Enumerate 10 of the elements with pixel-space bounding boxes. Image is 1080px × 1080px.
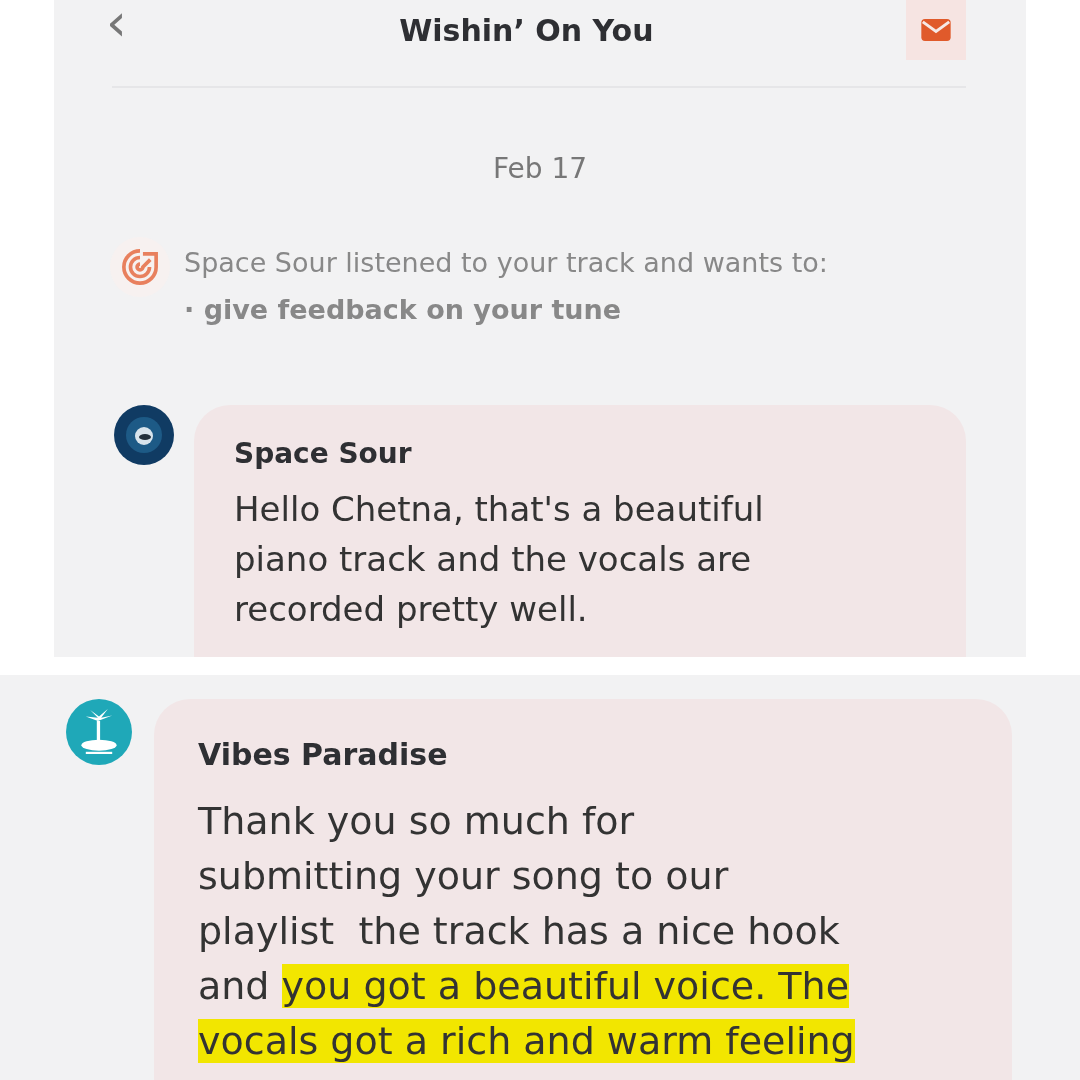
sender-name: Vibes Paradise [198,737,449,772]
back-button[interactable]: ‹ [106,0,127,48]
mail-button[interactable] [906,0,966,60]
sender-name: Space Sour [234,437,413,470]
date-label: Feb 17 [491,152,589,185]
message-text: Thank you so much for submitting your song to our playlist the track has a nice hook and you got a beautiful voice. The vocals got a rich and warm feeling [198,798,856,1065]
message-text: Hello Chetna, that's a beautiful piano track and the vocals are recorded pretty well. [234,488,765,631]
notice-item: · give feedback on your tune [184,294,623,325]
notice-text: Space Sour listened to your track and wants to: [184,247,828,278]
page-title: Wishin’ On You [398,12,655,48]
